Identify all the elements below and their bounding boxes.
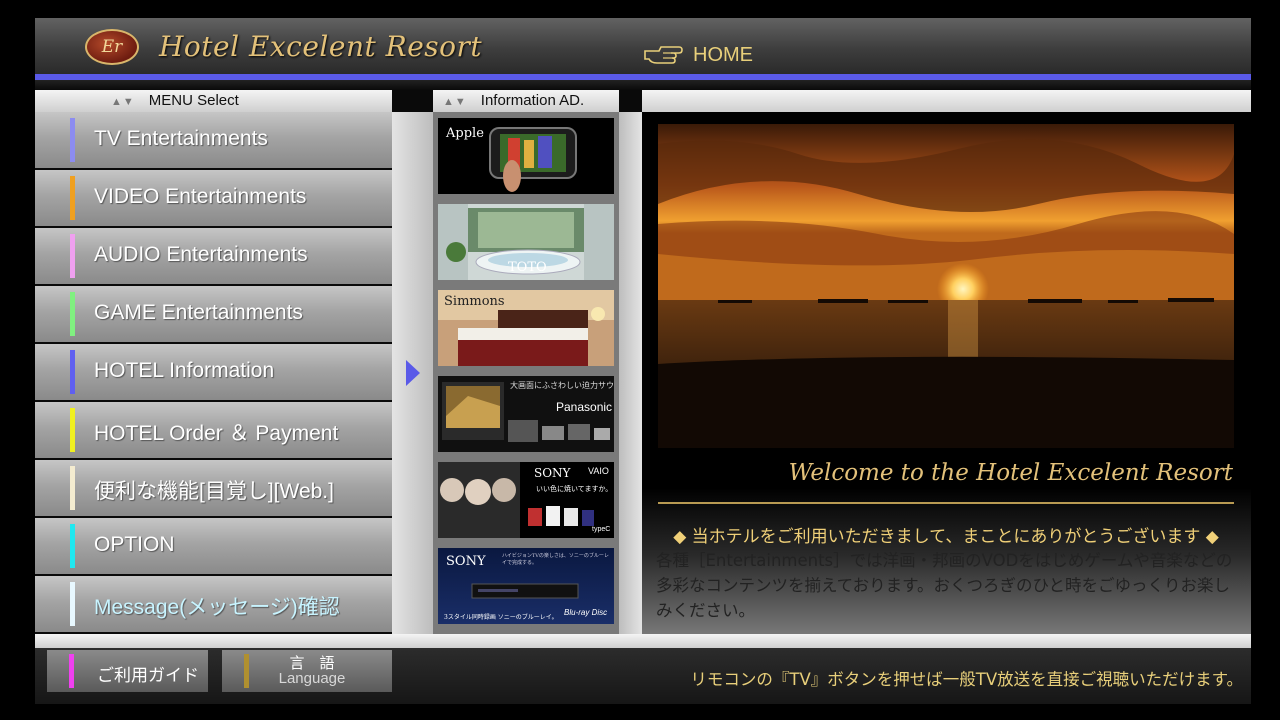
ad-panasonic[interactable]: 大画面にふさわしい迫力サウンド Panasonic (438, 376, 614, 452)
ad-caption: 大画面にふさわしい迫力サウンド (510, 381, 614, 390)
menu-color-bar (70, 176, 75, 220)
gold-divider (658, 502, 1234, 504)
menu-color-bar (70, 524, 75, 568)
hotel-logo: Er (85, 29, 139, 65)
menu-color-bar (70, 118, 75, 162)
menu-item-option[interactable]: OPTION (35, 518, 392, 574)
menu-item-label: OPTION (94, 533, 175, 556)
language-button[interactable]: 言 語 Language (222, 650, 392, 692)
menu-item-label: HOTEL Order ＆ Payment (94, 422, 339, 445)
main-panel: Welcome to the Hotel Excelent Resort ◆ 当… (642, 112, 1251, 634)
menu-item-game[interactable]: GAME Entertainments (35, 286, 392, 342)
footer-divider (35, 634, 1251, 648)
menu-item-label: TV Entertainments (94, 127, 268, 150)
menu-heading: ▲▼ MENU Select (35, 90, 392, 112)
menu-color-bar (70, 234, 75, 278)
ad-heading-label: Information AD. (480, 92, 585, 109)
main-heading-bar (642, 90, 1251, 112)
up-down-arrows-icon: ▲▼ (443, 96, 467, 108)
menu-color-bar (70, 350, 75, 394)
tv-button-hint: リモコンの『TV』ボタンを押せば一般TV放送を直接ご視聴いただけます。 (690, 670, 1243, 689)
usage-guide-button[interactable]: ご利用ガイド (47, 650, 208, 692)
guide-color-bar (69, 654, 74, 688)
ad-column: Apple TOTO Simmons 大画面にふさわしい迫力サウ Panason… (433, 112, 619, 634)
bluray-logo: Blu-ray Disc (564, 608, 608, 617)
sunset-beach-photo (658, 124, 1234, 448)
header-shadow (35, 80, 1251, 90)
menu-item-message[interactable]: Message(メッセージ)確認 (35, 576, 392, 632)
menu-color-bar (70, 466, 75, 510)
greeting-text: ◆ 当ホテルをご利用いただきまして、まことにありがとうございます ◆ (673, 527, 1219, 547)
up-down-arrows-icon: ▲▼ (111, 96, 135, 108)
menu-item-hotel-order[interactable]: HOTEL Order ＆ Payment (35, 402, 392, 458)
menu-item-hotel-information[interactable]: HOTEL Information (35, 344, 392, 400)
pointing-hand-icon (644, 46, 683, 64)
menu-heading-label: MENU Select (148, 92, 239, 109)
ad-simmons[interactable]: Simmons (438, 290, 614, 366)
menu-item-tv[interactable]: TV Entertainments (35, 112, 392, 168)
guide-label: ご利用ガイド (97, 666, 199, 686)
selection-pointer-icon (406, 360, 420, 386)
menu-item-label: VIDEO Entertainments (94, 185, 307, 208)
logo-text: Er (101, 37, 123, 57)
description-text: 各種［Entertainments］では洋画・邦画のVODをはじめゲームや音楽な… (656, 551, 1233, 620)
ad-brand: SONY (534, 466, 571, 480)
menu-color-bar (70, 292, 75, 336)
ad-sony-vaio[interactable]: SONY VAIO いい色に焼いてますか。 typeC (438, 462, 614, 538)
menu-color-bar (70, 582, 75, 626)
ad-sub-brand: VAIO (588, 466, 609, 476)
menu-item-label: Message(メッセージ)確認 (94, 596, 340, 619)
ad-sony-bluray[interactable]: SONY ハイビジョンTVの楽しさは、ソニーのブルーレイで完成する。 3スタイル… (438, 548, 614, 624)
ad-toto[interactable]: TOTO (438, 204, 614, 280)
ad-brand: Panasonic (556, 400, 613, 414)
menu-item-label: HOTEL Information (94, 359, 275, 382)
menu-color-bar (70, 408, 75, 452)
ad-heading: ▲▼ Information AD. (433, 90, 619, 112)
welcome-message: Welcome to the Hotel Excelent Resort (788, 460, 1233, 486)
app-frame: Er Hotel Excelent Resort HOME ▲▼ MENU Sel… (35, 18, 1251, 704)
menu-item-label: AUDIO Entertainments (94, 243, 308, 266)
home-label: HOME (693, 44, 753, 66)
ad-caption: いい色に焼いてますか。 (536, 485, 613, 493)
ad-tagline: 3スタイル同時録画 ソニーのブルーレイ。 (444, 614, 558, 621)
ad-brand: Simmons (444, 294, 505, 309)
menu-item-audio[interactable]: AUDIO Entertainments (35, 228, 392, 284)
phone-image (489, 127, 577, 192)
menu-item-label: GAME Entertainments (94, 301, 303, 324)
menu-item-label: 便利な機能[目覚し][Web.] (94, 480, 334, 503)
language-label-en: Language (278, 670, 346, 687)
footer: ご利用ガイド 言 語 Language リモコンの『TV』ボタンを押せば一般TV… (35, 648, 1251, 704)
ad-apple[interactable]: Apple (438, 118, 614, 194)
ad-main-separator (619, 112, 642, 634)
ad-tag: typeC (592, 526, 611, 533)
menu-item-video[interactable]: VIDEO Entertainments (35, 170, 392, 226)
hotel-name: Hotel Excelent Resort (159, 30, 483, 63)
header: Er Hotel Excelent Resort HOME (35, 18, 1251, 74)
ad-brand: TOTO (508, 260, 547, 275)
menu-item-convenience[interactable]: 便利な機能[目覚し][Web.] (35, 460, 392, 516)
menu-list: TV Entertainments VIDEO Entertainments A… (35, 112, 392, 634)
